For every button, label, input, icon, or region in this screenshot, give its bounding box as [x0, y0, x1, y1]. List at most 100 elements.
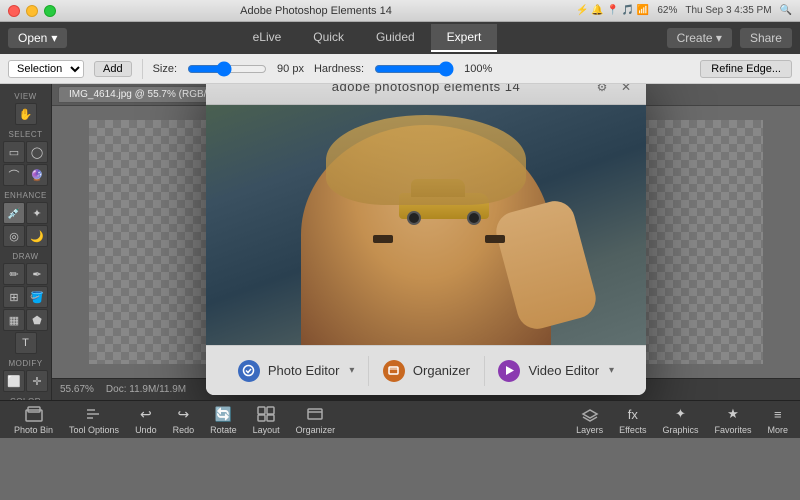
options-bar: Selection Add Size: 90 px Hardness: 100%…	[0, 54, 800, 84]
add-button[interactable]: Add	[94, 61, 132, 77]
size-value: 90 px	[277, 63, 304, 75]
tab-expert[interactable]: Expert	[431, 24, 498, 52]
dialog-controls: ⚙ ✕	[594, 84, 634, 95]
organizer-bottom-button[interactable]: Organizer	[290, 402, 342, 437]
photo-editor-label: Photo Editor	[268, 363, 340, 378]
tool-options-button[interactable]: Tool Options	[63, 402, 125, 437]
hardness-slider[interactable]	[374, 61, 454, 77]
photo-eye-left	[373, 235, 393, 243]
mode-tabs: eLive Quick Guided Expert	[237, 24, 498, 52]
battery: 62%	[657, 5, 677, 16]
layout-button[interactable]: Layout	[247, 402, 286, 437]
dialog-close-button[interactable]: ✕	[618, 84, 634, 95]
dialog-gear-icon[interactable]: ⚙	[594, 84, 610, 95]
eyedropper-tool[interactable]: 💉	[3, 202, 25, 224]
tab-quick[interactable]: Quick	[297, 24, 360, 52]
favorites-label: Favorites	[714, 425, 751, 435]
effects-icon: fx	[623, 404, 643, 424]
modify-label: MODIFY	[2, 359, 49, 368]
organizer-label: Organizer	[413, 363, 470, 378]
paint-bucket-tool[interactable]: 🪣	[26, 286, 48, 308]
draw-label: DRAW	[2, 252, 49, 261]
doc-size: Doc: 11.9M/11.9M	[106, 384, 186, 395]
left-toolbar: VIEW ✋ SELECT ▭ ◯ ⌒ 🔮 ENHANCE 💉 ✦ ◎ 🌙 DR…	[0, 84, 52, 400]
more-label: More	[767, 425, 788, 435]
footer-organizer[interactable]: Organizer	[373, 356, 480, 386]
redo-button[interactable]: ↪ Redo	[167, 402, 201, 437]
tab-guided[interactable]: Guided	[360, 24, 431, 52]
photo-bin-icon	[24, 404, 44, 424]
marquee-rect-tool[interactable]: ▭	[3, 141, 25, 163]
magic-wand-tool[interactable]: 🔮	[26, 164, 48, 186]
minimize-button[interactable]	[26, 5, 38, 17]
video-editor-dropdown-icon: ▾	[609, 365, 614, 376]
undo-label: Undo	[135, 425, 157, 435]
size-slider[interactable]	[187, 61, 267, 77]
selection-mode-select[interactable]: Selection	[8, 60, 84, 78]
undo-button[interactable]: ↩ Undo	[129, 402, 163, 437]
size-label: Size:	[153, 63, 177, 75]
video-editor-label: Video Editor	[528, 363, 599, 378]
file-tab[interactable]: IMG_4614.jpg @ 55.7% (RGB/8 *	[58, 86, 230, 103]
favorites-icon: ★	[723, 404, 743, 424]
create-button[interactable]: Create ▾	[667, 28, 732, 48]
gradient-tool[interactable]: ▦	[3, 309, 25, 331]
share-button[interactable]: Share	[740, 28, 792, 48]
layout-label: Layout	[253, 425, 280, 435]
maximize-button[interactable]	[44, 5, 56, 17]
tool-options-label: Tool Options	[69, 425, 119, 435]
layers-button[interactable]: Layers	[572, 402, 607, 437]
clone-tool[interactable]: ⊞	[3, 286, 25, 308]
move-tool[interactable]: ✛	[26, 370, 48, 392]
hardness-label: Hardness:	[314, 63, 364, 75]
marquee-ellipse-tool[interactable]: ◯	[26, 141, 48, 163]
more-button[interactable]: ≡ More	[763, 402, 792, 437]
layout-icon	[256, 404, 276, 424]
photo-car-wheel-front	[407, 211, 421, 225]
dodge-tool[interactable]: 🌙	[26, 225, 48, 247]
footer-photo-editor[interactable]: Photo Editor ▾	[228, 356, 365, 386]
redo-icon: ↪	[173, 404, 193, 424]
rotate-label: Rotate	[210, 425, 237, 435]
photo-bin-button[interactable]: Photo Bin	[8, 402, 59, 437]
redo-label: Redo	[173, 425, 195, 435]
tab-elive[interactable]: eLive	[237, 24, 298, 52]
photo-car-wheel-rear	[467, 211, 481, 225]
footer-video-editor[interactable]: Video Editor ▾	[488, 356, 624, 386]
tool-options-icon	[84, 404, 104, 424]
bottom-toolbar: Photo Bin Tool Options ↩ Undo ↪ Redo 🔄 R…	[0, 400, 800, 438]
open-dropdown-icon: ▾	[51, 31, 57, 45]
undo-icon: ↩	[136, 404, 156, 424]
rotate-icon: 🔄	[213, 404, 233, 424]
spot-healing-tool[interactable]: ✦	[26, 202, 48, 224]
blur-tool[interactable]: ◎	[3, 225, 25, 247]
window-controls	[8, 5, 56, 17]
graphics-icon: ✦	[670, 404, 690, 424]
favorites-button[interactable]: ★ Favorites	[710, 402, 755, 437]
canvas-area: IMG_4614.jpg @ 55.7% (RGB/8 * 55.67% Doc…	[52, 84, 800, 400]
effects-button[interactable]: fx Effects	[615, 402, 650, 437]
rotate-button[interactable]: 🔄 Rotate	[204, 402, 243, 437]
dialog-title: adobe photoshop elements 14	[258, 84, 594, 94]
enhance-label: ENHANCE	[2, 191, 49, 200]
brush-tool[interactable]: ✏	[3, 263, 25, 285]
close-button[interactable]	[8, 5, 20, 17]
welcome-dialog[interactable]: adobe photoshop elements 14 ⚙ ✕	[206, 84, 646, 395]
open-button[interactable]: Open ▾	[8, 28, 67, 48]
layers-label: Layers	[576, 425, 603, 435]
more-icon: ≡	[768, 404, 788, 424]
title-bar: Adobe Photoshop Elements 14 ⚡ 🔔 📍 🎵 📶 62…	[0, 0, 800, 22]
hand-tool[interactable]: ✋	[15, 103, 37, 125]
crop-tool[interactable]: ⬜	[3, 370, 25, 392]
search-icon[interactable]: 🔍	[780, 5, 792, 16]
lasso-tool[interactable]: ⌒	[3, 164, 25, 186]
menu-icons: ⚡ 🔔 📍 🎵 📶	[576, 5, 649, 16]
zoom-level: 55.67%	[60, 384, 94, 395]
pencil-tool[interactable]: ✒	[26, 263, 48, 285]
effects-label: Effects	[619, 425, 646, 435]
graphics-button[interactable]: ✦ Graphics	[658, 402, 702, 437]
photo-hair	[326, 115, 526, 205]
text-tool[interactable]: T	[15, 332, 37, 354]
custom-shape-tool[interactable]: ⬟	[26, 309, 48, 331]
refine-edge-button[interactable]: Refine Edge...	[700, 60, 792, 78]
